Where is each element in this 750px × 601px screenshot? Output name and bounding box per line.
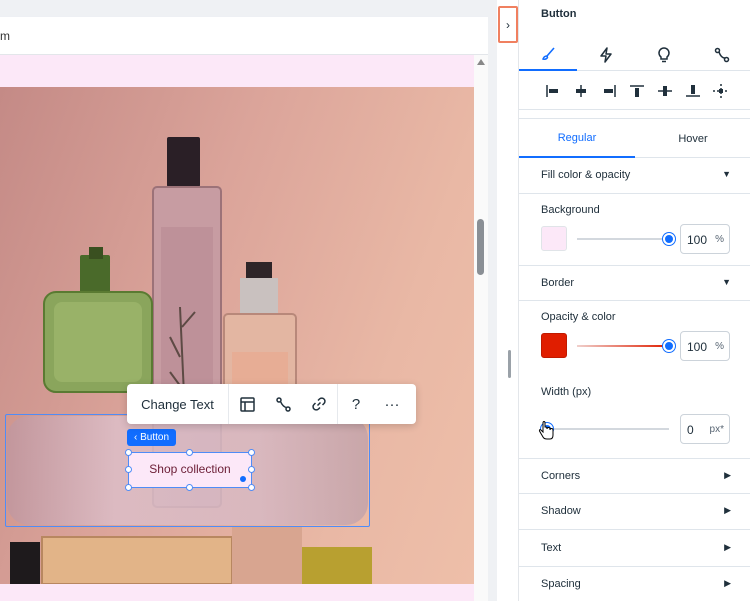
- panel-tabs: [519, 38, 750, 71]
- background-color-swatch[interactable]: [541, 226, 567, 251]
- stretch-handle[interactable]: [240, 476, 246, 482]
- editor-canvas[interactable]: m ‹ Button Shop collection Change Text ?…: [0, 0, 497, 601]
- chevron-right-icon: ▶: [724, 542, 731, 552]
- align-center-vertical-icon[interactable]: [651, 85, 679, 97]
- resize-handle-left[interactable]: [125, 466, 132, 473]
- site-url-bar: m: [0, 17, 488, 55]
- panel-title: Button: [541, 8, 577, 20]
- chevron-right-icon: ▶: [724, 505, 731, 515]
- border-section-label: Border: [541, 277, 575, 289]
- align-left-icon[interactable]: [539, 84, 567, 97]
- chevron-right-icon: ▶: [724, 470, 731, 480]
- corners-label: Corners: [541, 470, 581, 482]
- link-icon[interactable]: [301, 384, 337, 424]
- canvas-scrollbar[interactable]: [474, 55, 488, 601]
- alignment-toolbar: [519, 72, 750, 110]
- distribute-icon[interactable]: [707, 83, 735, 98]
- brush-icon[interactable]: [519, 38, 577, 71]
- border-width-slider[interactable]: [547, 428, 669, 430]
- border-width-input[interactable]: 0 px*: [680, 414, 730, 444]
- text-label: Text: [541, 542, 562, 554]
- align-top-icon[interactable]: [623, 84, 651, 97]
- layout-icon[interactable]: [229, 384, 265, 424]
- tab-hover[interactable]: Hover: [635, 119, 750, 158]
- lightning-icon[interactable]: [577, 38, 635, 71]
- resize-handle-bottom-right[interactable]: [248, 484, 255, 491]
- fill-section-label: Fill color & opacity: [541, 169, 631, 181]
- align-bottom-icon[interactable]: [679, 84, 707, 97]
- resize-handle-bottom[interactable]: [186, 484, 193, 491]
- panel-resize-handle[interactable]: [508, 350, 511, 378]
- state-tabs: Regular Hover: [519, 118, 750, 158]
- corners-section-header[interactable]: Corners ▶: [519, 458, 750, 494]
- resize-handle-right[interactable]: [248, 466, 255, 473]
- border-opacity-input[interactable]: 100 %: [680, 331, 730, 361]
- border-section-header[interactable]: Border ▼: [519, 265, 750, 301]
- inspector-panel: Button Regular Hover Fill color & opacit…: [518, 0, 750, 601]
- resize-handle-top-right[interactable]: [248, 449, 255, 456]
- collapse-panel-button[interactable]: ›: [498, 6, 518, 43]
- shadow-section-header[interactable]: Shadow ▶: [519, 494, 750, 530]
- connect-data-icon[interactable]: [693, 38, 750, 71]
- spacing-label: Spacing: [541, 578, 581, 590]
- border-width-label: Width (px): [541, 386, 592, 398]
- align-right-icon[interactable]: [595, 84, 623, 97]
- shop-collection-button[interactable]: Shop collection: [128, 452, 252, 488]
- connect-icon[interactable]: [265, 384, 301, 424]
- panel-divider: [488, 0, 497, 601]
- chevron-down-icon: ▼: [722, 169, 731, 179]
- resize-handle-top-left[interactable]: [125, 449, 132, 456]
- resize-handle-bottom-left[interactable]: [125, 484, 132, 491]
- lightbulb-icon[interactable]: [635, 38, 693, 71]
- tab-regular[interactable]: Regular: [519, 119, 635, 158]
- chevron-down-icon: ▼: [722, 277, 731, 287]
- border-opacity-knob[interactable]: [663, 340, 675, 352]
- change-text-button[interactable]: Change Text: [127, 384, 229, 424]
- chevron-right-icon: ▶: [724, 578, 731, 588]
- background-opacity-knob[interactable]: [663, 233, 675, 245]
- help-icon[interactable]: ?: [338, 384, 374, 424]
- shadow-label: Shadow: [541, 505, 581, 517]
- scroll-thumb[interactable]: [477, 219, 484, 275]
- text-section-header[interactable]: Text ▶: [519, 531, 750, 567]
- spacing-section-header[interactable]: Spacing ▶: [519, 567, 750, 601]
- background-opacity-slider[interactable]: [577, 238, 669, 240]
- resize-handle-top[interactable]: [186, 449, 193, 456]
- fill-section-header[interactable]: Fill color & opacity ▼: [519, 158, 750, 194]
- button-tag[interactable]: ‹ Button: [127, 429, 177, 446]
- align-center-horizontal-icon[interactable]: [567, 84, 595, 97]
- more-actions-icon[interactable]: ···: [374, 384, 410, 424]
- hand-cursor-icon: [537, 420, 555, 446]
- element-floating-toolbar: Change Text ? ···: [127, 384, 416, 424]
- background-opacity-input[interactable]: 100 %: [680, 224, 730, 254]
- opacity-color-label: Opacity & color: [541, 311, 616, 323]
- border-opacity-slider[interactable]: [577, 345, 669, 347]
- background-label: Background: [541, 204, 600, 216]
- border-color-swatch[interactable]: [541, 333, 567, 358]
- scroll-up-arrow-icon[interactable]: [477, 59, 485, 65]
- url-text: m: [0, 29, 10, 43]
